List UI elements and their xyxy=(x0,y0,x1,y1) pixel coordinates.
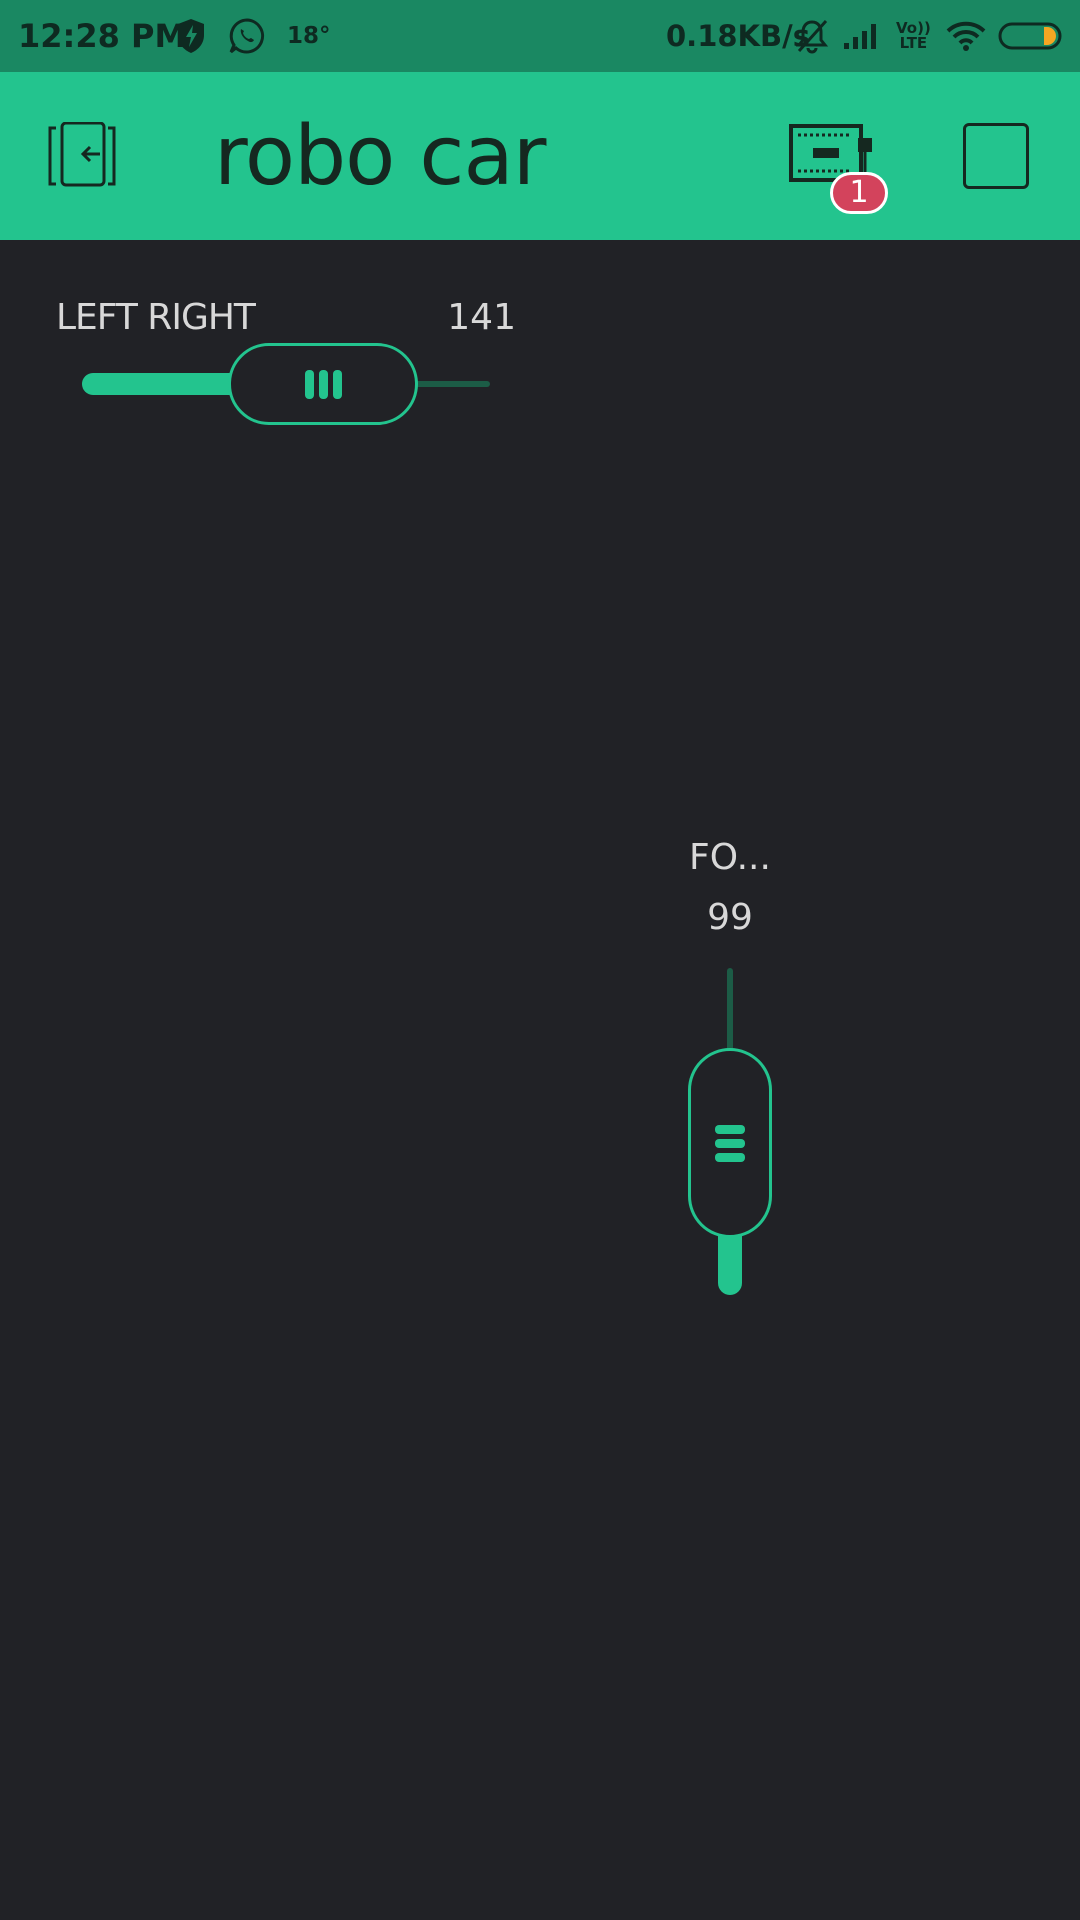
app-title: robo car xyxy=(214,109,546,204)
status-time: 12:28 PM xyxy=(18,17,187,55)
signal-icon xyxy=(842,0,882,72)
play-button[interactable] xyxy=(963,123,1029,189)
v-slider-label: FO... xyxy=(689,837,771,878)
grip-icon xyxy=(715,1124,745,1134)
exit-button[interactable] xyxy=(42,116,122,196)
device-button[interactable]: 1 xyxy=(786,122,888,214)
status-bar: 12:28 PM 18° 0.18KB/s Vo)) LTE xyxy=(0,0,1080,72)
wifi-icon xyxy=(946,0,986,72)
volte-bottom: LTE xyxy=(899,34,928,52)
grip-icon xyxy=(304,369,314,399)
h-slider-value: 141 xyxy=(447,297,516,338)
whatsapp-icon xyxy=(228,0,266,72)
status-net-speed: 0.18KB/s xyxy=(666,19,810,53)
battery-icon xyxy=(998,0,1064,72)
grip-icon xyxy=(715,1138,745,1148)
grip-icon xyxy=(332,369,342,399)
grip-icon xyxy=(715,1152,745,1162)
h-slider-label: LEFT RIGHT xyxy=(56,297,256,338)
grip-icon xyxy=(318,369,328,399)
exit-icon xyxy=(48,122,116,187)
shield-bolt-icon xyxy=(176,0,206,72)
v-slider-thumb[interactable] xyxy=(688,1048,772,1238)
h-slider-thumb[interactable] xyxy=(228,343,418,425)
volte-indicator: Vo)) LTE xyxy=(896,0,931,72)
status-temperature: 18° xyxy=(287,23,331,49)
device-badge: 1 xyxy=(830,172,888,214)
v-slider-value: 99 xyxy=(707,897,753,938)
bell-off-icon xyxy=(795,0,829,72)
app-bar: robo car 1 xyxy=(0,72,1080,240)
